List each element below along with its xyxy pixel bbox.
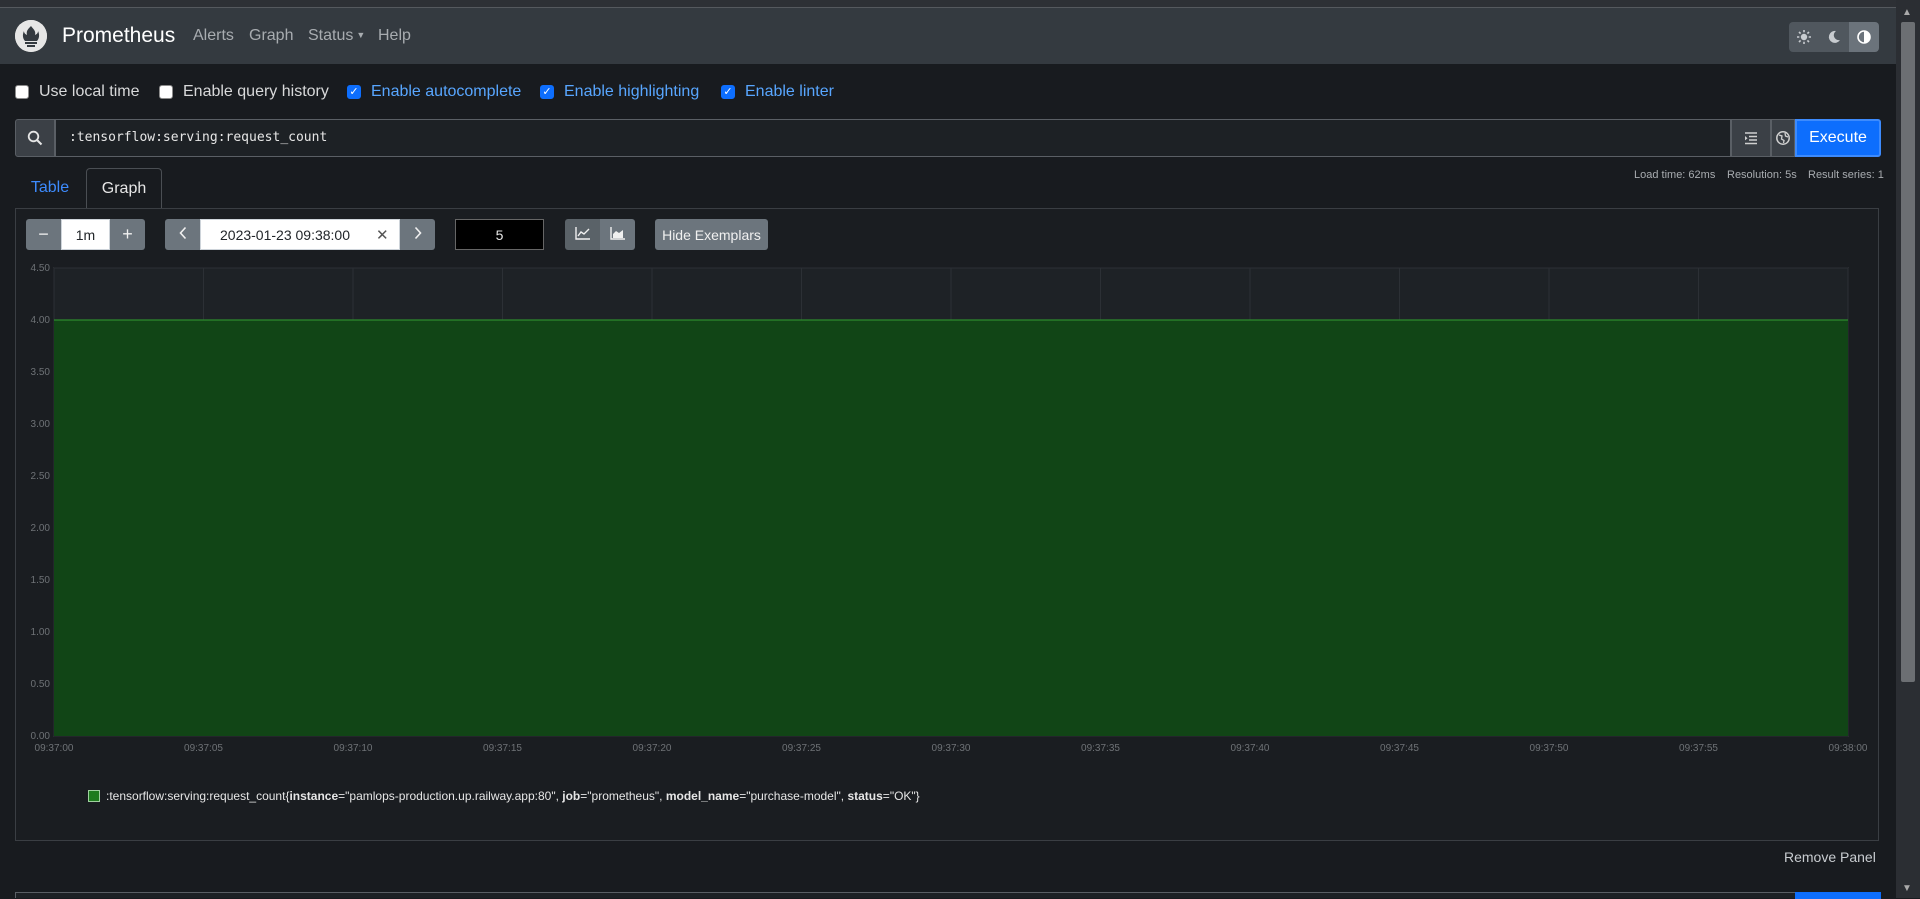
x-tick-label: 09:37:35 xyxy=(1081,743,1120,754)
legend-key-status: status xyxy=(847,789,883,803)
x-tick-label: 09:37:25 xyxy=(782,743,821,754)
x-tick-label: 09:37:15 xyxy=(483,743,522,754)
page-scrollbar[interactable]: ▲ ▼ xyxy=(1896,0,1920,898)
scroll-up-arrow-icon[interactable]: ▲ xyxy=(1902,8,1912,18)
x-tick-label: 09:37:10 xyxy=(334,743,373,754)
x-tick-label: 09:37:55 xyxy=(1679,743,1718,754)
scrollbar-thumb[interactable] xyxy=(1901,22,1915,682)
legend-sep: , xyxy=(659,789,666,803)
y-tick-label: 2.00 xyxy=(31,523,51,534)
y-tick-label: 4.00 xyxy=(31,315,51,326)
chart-legend[interactable]: :tensorflow:serving:request_count{instan… xyxy=(88,789,920,803)
legend-brace-close: } xyxy=(915,789,920,803)
chart-series-layer xyxy=(54,319,1848,736)
y-tick-label: 3.00 xyxy=(31,419,51,430)
y-tick-label: 1.50 xyxy=(31,575,51,586)
x-tick-label: 09:37:50 xyxy=(1530,743,1569,754)
x-tick-label: 09:37:00 xyxy=(35,743,74,754)
x-tick-label: 09:37:20 xyxy=(633,743,672,754)
x-tick-label: 09:37:05 xyxy=(184,743,223,754)
legend-series-swatch xyxy=(88,790,100,802)
legend-val-model-name: "purchase-model" xyxy=(746,789,841,803)
request-count-chart: 0.00 0.50 1.00 1.50 2.00 2.50 3.00 3.50 4.00 4.50… xyxy=(31,263,1868,754)
legend-series-label: :tensorflow:serving:request_count{instan… xyxy=(106,789,920,803)
y-tick-label: 2.50 xyxy=(31,471,51,482)
remove-panel-link[interactable]: Remove Panel xyxy=(1784,849,1876,865)
legend-key-instance: instance xyxy=(289,789,339,803)
legend-metric: :tensorflow:serving:request_count xyxy=(106,789,286,803)
x-tick-label: 09:37:30 xyxy=(932,743,971,754)
x-tick-label: 09:38:00 xyxy=(1829,743,1868,754)
legend-val-status: "OK" xyxy=(889,789,916,803)
next-query-bar[interactable] xyxy=(15,892,1881,899)
y-axis: 0.00 0.50 1.00 1.50 2.00 2.50 3.00 3.50 4.00 4.50 xyxy=(31,263,51,742)
legend-key-job: job xyxy=(562,789,581,803)
y-tick-label: 1.00 xyxy=(31,627,51,638)
x-tick-label: 09:37:45 xyxy=(1380,743,1419,754)
x-axis: 09:37:00 09:37:05 09:37:10 09:37:15 09:37:20… xyxy=(35,743,1868,754)
y-tick-label: 3.50 xyxy=(31,367,51,378)
legend-val-job: "prometheus" xyxy=(587,789,660,803)
y-tick-label: 0.50 xyxy=(31,679,51,690)
y-tick-label: 0.00 xyxy=(31,731,51,742)
legend-key-model-name: model_name xyxy=(665,789,740,803)
legend-val-instance: "pamlops-production.up.railway.app:80" xyxy=(345,789,556,803)
series-area xyxy=(54,320,1848,736)
y-tick-label: 4.50 xyxy=(31,263,51,274)
scroll-down-arrow-icon[interactable]: ▼ xyxy=(1902,884,1912,894)
x-tick-label: 09:37:40 xyxy=(1231,743,1270,754)
